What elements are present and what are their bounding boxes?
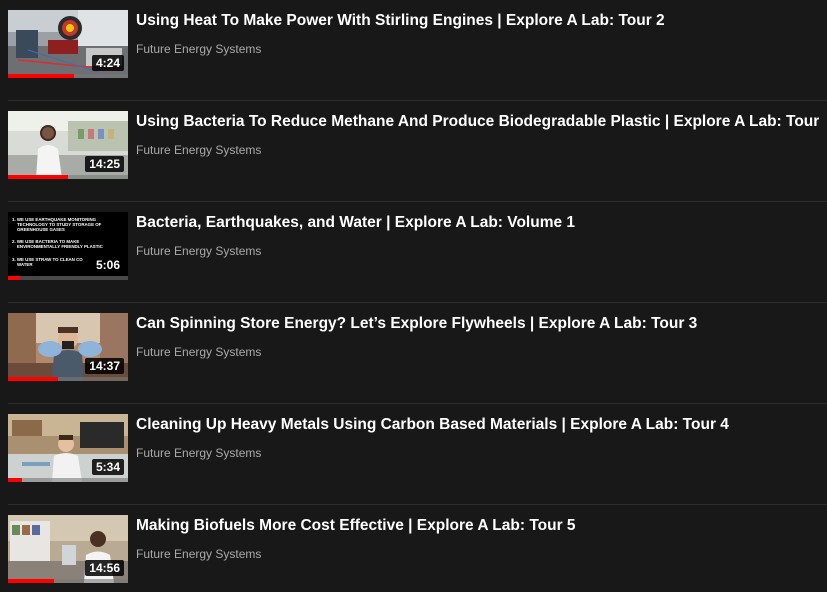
slide-line: ENVIRONMENTALLY FRIENDLY PLASTIC	[17, 244, 104, 249]
watch-progress-bar	[8, 175, 128, 179]
duration-badge: 4:24	[91, 55, 124, 71]
video-item[interactable]: 14:25 Using Bacteria To Reduce Methane A…	[0, 101, 827, 202]
video-thumbnail[interactable]: 14:25	[8, 111, 128, 179]
channel-name[interactable]: Future Energy Systems	[136, 344, 261, 360]
video-thumbnail[interactable]: 4:24	[8, 10, 128, 78]
slide-line: WATER	[17, 262, 33, 267]
video-title[interactable]: Can Spinning Store Energy? Let’s Explore…	[136, 314, 819, 334]
video-title[interactable]: Making Biofuels More Cost Effective | Ex…	[136, 516, 819, 536]
watch-progress-bar	[8, 74, 128, 78]
video-item[interactable]: 5:34 Cleaning Up Heavy Metals Using Carb…	[0, 404, 827, 505]
channel-name[interactable]: Future Energy Systems	[136, 41, 261, 57]
video-thumbnail[interactable]: 14:56	[8, 515, 128, 583]
video-title[interactable]: Bacteria, Earthquakes, and Water | Explo…	[136, 213, 819, 233]
video-list: 4:24 Using Heat To Make Power With Stirl…	[0, 0, 827, 592]
video-item[interactable]: 1. WE USE EARTHQUAKE MONITORING TECHNOLO…	[0, 202, 827, 303]
watch-progress-fill	[8, 74, 74, 78]
duration-badge: 14:25	[85, 156, 124, 172]
watch-progress-fill	[8, 175, 68, 179]
video-item[interactable]: 14:37 Can Spinning Store Energy? Let’s E…	[0, 303, 827, 404]
duration-badge: 5:34	[91, 459, 124, 475]
video-thumbnail[interactable]: 1. WE USE EARTHQUAKE MONITORING TECHNOLO…	[8, 212, 128, 280]
watch-progress-bar	[8, 377, 128, 381]
duration-badge: 14:56	[85, 560, 124, 576]
video-title[interactable]: Cleaning Up Heavy Metals Using Carbon Ba…	[136, 415, 819, 435]
duration-badge: 14:37	[85, 358, 124, 374]
watch-progress-fill	[8, 579, 54, 583]
watch-progress-bar	[8, 276, 128, 280]
watch-progress-fill	[8, 377, 59, 381]
watch-progress-bar	[8, 478, 128, 482]
watch-progress-bar	[8, 579, 128, 583]
video-item[interactable]: 14:56 Making Biofuels More Cost Effectiv…	[0, 505, 827, 592]
channel-name[interactable]: Future Energy Systems	[136, 142, 261, 158]
video-title[interactable]: Using Bacteria To Reduce Methane And Pro…	[136, 112, 819, 132]
duration-badge: 5:06	[91, 257, 124, 273]
channel-name[interactable]: Future Energy Systems	[136, 445, 261, 461]
channel-name[interactable]: Future Energy Systems	[136, 546, 261, 562]
slide-line: GREENHOUSE GASES	[17, 227, 65, 232]
watch-progress-fill	[8, 276, 20, 280]
watch-progress-fill	[8, 478, 23, 482]
video-thumbnail[interactable]: 5:34	[8, 414, 128, 482]
video-thumbnail[interactable]: 14:37	[8, 313, 128, 381]
video-title[interactable]: Using Heat To Make Power With Stirling E…	[136, 11, 819, 31]
channel-name[interactable]: Future Energy Systems	[136, 243, 261, 259]
video-item[interactable]: 4:24 Using Heat To Make Power With Stirl…	[0, 0, 827, 101]
